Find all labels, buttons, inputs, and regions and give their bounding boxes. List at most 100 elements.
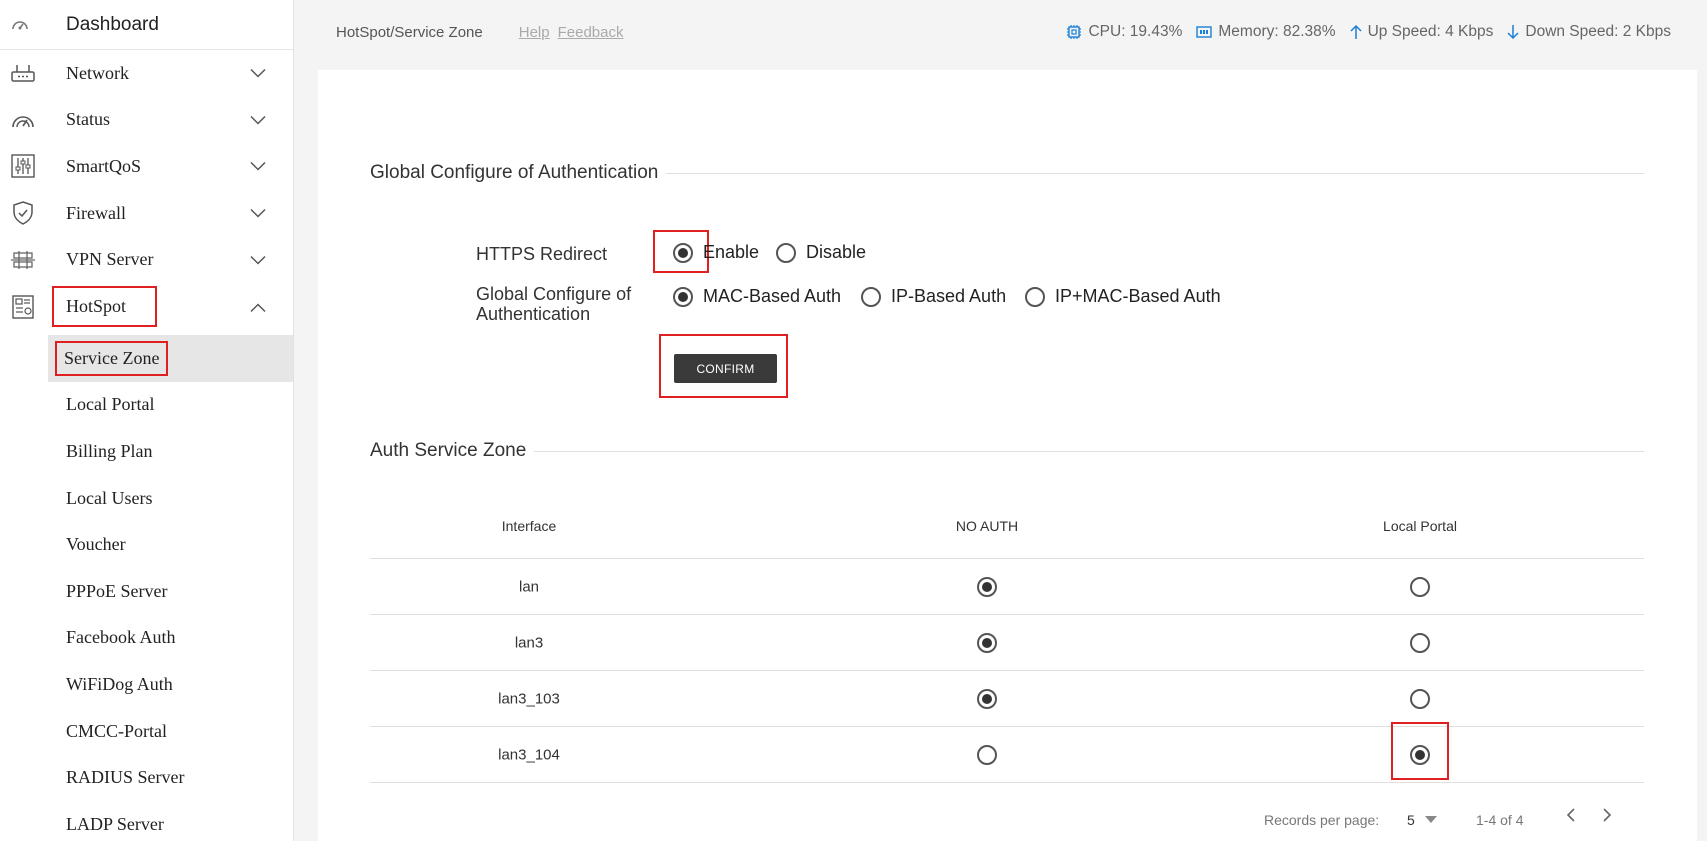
dashboard-icon bbox=[0, 16, 40, 34]
gauge-icon bbox=[0, 109, 46, 131]
chevron-down-icon bbox=[250, 203, 266, 224]
chevron-down-icon bbox=[250, 156, 266, 177]
submenu-label: Billing Plan bbox=[66, 440, 153, 461]
submenu-pppoe-server[interactable]: PPPoE Server bbox=[0, 568, 293, 615]
cpu-icon bbox=[1067, 25, 1082, 39]
mac-based-auth-radio[interactable]: MAC-Based Auth bbox=[673, 286, 841, 307]
submenu-label: Voucher bbox=[66, 534, 126, 555]
auth-mode-label-line2: Authentication bbox=[476, 304, 591, 324]
hotspot-icon bbox=[0, 294, 46, 320]
column-header-no-auth: NO AUTH bbox=[955, 518, 1019, 534]
table-row: lan bbox=[370, 559, 1644, 615]
submenu-label: Facebook Auth bbox=[66, 627, 176, 648]
no-auth-radio[interactable] bbox=[977, 688, 997, 709]
no-auth-radio[interactable] bbox=[977, 632, 997, 653]
submenu-ladp-server[interactable]: LADP Server bbox=[0, 801, 293, 841]
records-per-page-value: 5 bbox=[1407, 812, 1415, 828]
sidebar-item-label: Firewall bbox=[66, 202, 126, 223]
radio-label: Disable bbox=[806, 242, 867, 262]
radio-label: Enable bbox=[703, 242, 760, 262]
sidebar-item-label: HotSpot bbox=[51, 286, 158, 328]
column-header-interface: Interface bbox=[501, 518, 557, 534]
local-portal-radio[interactable] bbox=[1410, 576, 1430, 597]
ip-mac-based-auth-radio[interactable]: IP+MAC-Based Auth bbox=[1025, 286, 1221, 307]
local-portal-radio[interactable] bbox=[1410, 632, 1430, 653]
radio-icon bbox=[776, 242, 796, 263]
sidebar-item-vpn-server[interactable]: VPN Server bbox=[0, 236, 293, 283]
chevron-down-icon bbox=[250, 109, 266, 130]
feedback-link[interactable]: Feedback bbox=[558, 24, 624, 41]
table-row: lan3_104 bbox=[370, 722, 1644, 783]
pagination-range: 1-4 of 4 bbox=[1476, 812, 1524, 828]
local-portal-radio[interactable] bbox=[1410, 688, 1430, 709]
sidebar-dashboard-label: Dashboard bbox=[66, 13, 159, 35]
sidebar-item-label: Status bbox=[66, 109, 111, 130]
sidebar-item-status[interactable]: Status bbox=[0, 97, 293, 144]
table-row: lan3_103 bbox=[370, 671, 1644, 727]
https-disable-radio[interactable]: Disable bbox=[776, 242, 866, 263]
submenu-facebook-auth[interactable]: Facebook Auth bbox=[0, 615, 293, 662]
no-auth-radio[interactable] bbox=[977, 744, 997, 765]
down-speed-value: Down Speed: 2 Kbps bbox=[1525, 23, 1671, 40]
submenu-label: Service Zone bbox=[54, 340, 169, 376]
sidebar-item-hotspot[interactable]: HotSpot bbox=[0, 283, 293, 331]
sidebar-item-network[interactable]: Network bbox=[0, 50, 293, 97]
next-page-button[interactable] bbox=[1602, 808, 1612, 825]
memory-stat: Memory: 82.38% bbox=[1196, 23, 1336, 41]
submenu-label: CMCC-Portal bbox=[66, 720, 168, 741]
chevron-right-icon bbox=[1603, 808, 1612, 822]
prev-page-button[interactable] bbox=[1566, 808, 1576, 825]
records-per-page-label: Records per page: bbox=[1264, 812, 1380, 828]
submenu-local-users[interactable]: Local Users bbox=[0, 475, 293, 522]
sliders-icon bbox=[0, 154, 46, 179]
submenu-local-portal[interactable]: Local Portal bbox=[0, 382, 293, 429]
sidebar-item-label: VPN Server bbox=[66, 249, 154, 270]
no-auth-radio[interactable] bbox=[977, 576, 997, 597]
sidebar-item-smartqos[interactable]: SmartQoS bbox=[0, 143, 293, 190]
auth-mode-label-line1: Global Configure of bbox=[476, 284, 632, 304]
caret-down-icon bbox=[1424, 816, 1437, 823]
radio-icon bbox=[673, 286, 693, 307]
auth-service-zone-section-title: Auth Service Zone bbox=[370, 440, 1644, 462]
arrow-down-icon bbox=[1507, 25, 1519, 40]
submenu-radius-server[interactable]: RADIUS Server bbox=[0, 754, 293, 801]
radio-icon bbox=[673, 242, 693, 263]
section-title: Global Configure of Authentication bbox=[370, 162, 659, 183]
sidebar-item-firewall[interactable]: Firewall bbox=[0, 190, 293, 237]
https-redirect-label: HTTPS Redirect bbox=[476, 244, 608, 264]
sidebar-item-label: Network bbox=[66, 62, 129, 83]
table-row: lan3 bbox=[370, 615, 1644, 671]
cpu-stat: CPU: 19.43% bbox=[1066, 23, 1182, 41]
interface-cell: lan3 bbox=[514, 634, 544, 651]
submenu-label: WiFiDog Auth bbox=[66, 673, 173, 694]
confirm-button[interactable]: CONFIRM bbox=[674, 354, 777, 383]
records-per-page-select[interactable]: 5 bbox=[1407, 812, 1437, 828]
sidebar-dashboard[interactable]: Dashboard bbox=[0, 0, 293, 50]
memory-value: Memory: 82.38% bbox=[1218, 23, 1336, 40]
arrow-up-icon bbox=[1350, 24, 1362, 39]
submenu-label: LADP Server bbox=[66, 813, 164, 834]
sidebar: Dashboard Network Status SmartQoS Firewa… bbox=[0, 0, 294, 841]
https-enable-radio[interactable]: Enable bbox=[673, 242, 759, 263]
local-portal-radio[interactable] bbox=[1410, 744, 1430, 765]
submenu-cmcc-portal[interactable]: CMCC-Portal bbox=[0, 708, 293, 755]
submenu-wifidog-auth[interactable]: WiFiDog Auth bbox=[0, 661, 293, 708]
submenu-billing-plan[interactable]: Billing Plan bbox=[0, 428, 293, 475]
column-header-local-portal: Local Portal bbox=[1383, 518, 1457, 534]
global-config-section-title: Global Configure of Authentication bbox=[370, 162, 1644, 184]
down-speed-stat: Down Speed: 2 Kbps bbox=[1507, 23, 1671, 41]
submenu-label: PPPoE Server bbox=[66, 580, 168, 601]
submenu-label: Local Users bbox=[66, 487, 153, 508]
help-link[interactable]: Help bbox=[519, 24, 550, 41]
sidebar-item-label: SmartQoS bbox=[66, 155, 142, 176]
submenu-voucher[interactable]: Voucher bbox=[0, 521, 293, 568]
vpn-icon bbox=[0, 250, 46, 270]
ip-based-auth-radio[interactable]: IP-Based Auth bbox=[861, 286, 1006, 307]
breadcrumb: HotSpot/Service Zone bbox=[336, 23, 483, 41]
interface-cell: lan bbox=[518, 578, 540, 595]
router-icon bbox=[0, 62, 46, 84]
submenu-label: Local Portal bbox=[66, 394, 155, 415]
submenu-service-zone[interactable]: Service Zone bbox=[48, 334, 293, 382]
content-panel: Global Configure of Authentication HTTPS… bbox=[318, 70, 1697, 841]
top-bar: HotSpot/Service Zone Help Feedback CPU: … bbox=[294, 0, 1707, 64]
